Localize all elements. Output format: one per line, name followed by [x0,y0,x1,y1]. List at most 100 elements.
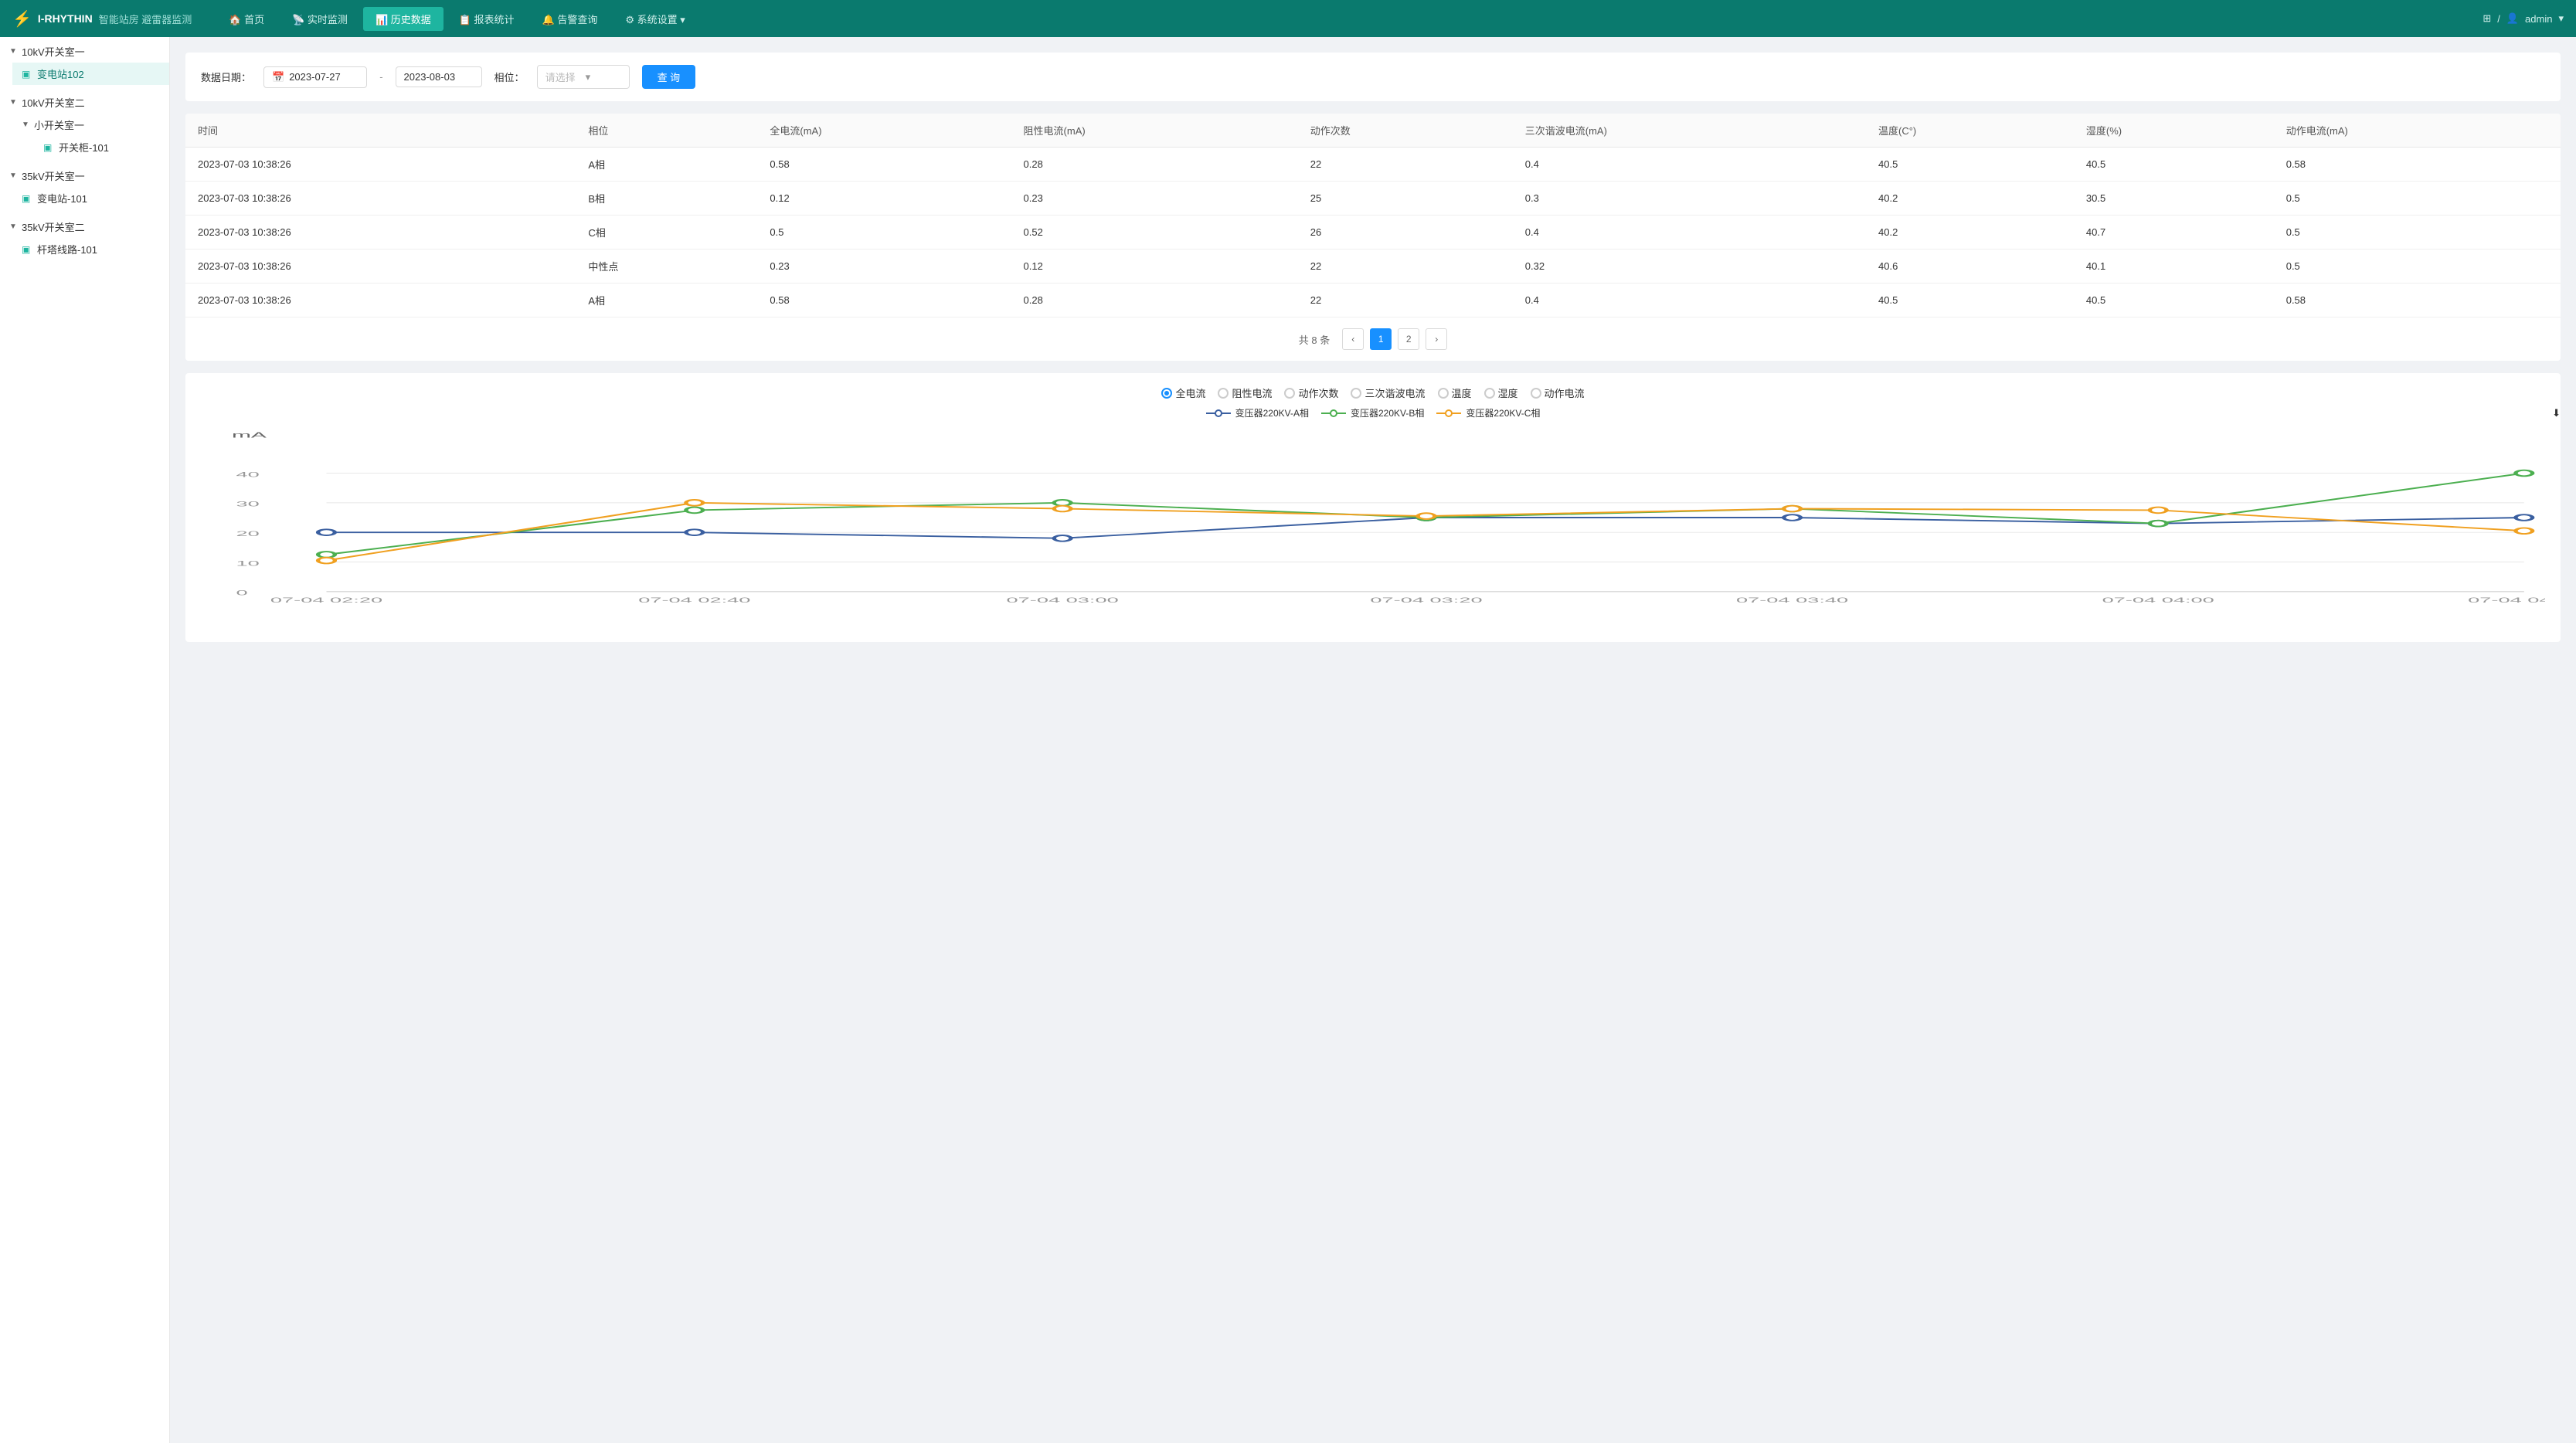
user-icon: 👤 [2506,12,2519,25]
tree-label-10kv-1: 10kV开关室一 [22,44,85,59]
main-content: 数据日期： 📅 - 相位： 请选择 ▾ 查 询 时间 相位 [170,37,2576,1443]
logo-sub: 智能站房 避雷器监测 [99,12,192,26]
date-end-input[interactable] [404,71,474,83]
cell-7: 30.5 [2074,182,2274,216]
legend-a-phase: 变压器220KV-A相 [1206,406,1309,419]
tree-label-kaiguangui: 开关柜-101 [59,140,109,154]
cell-7: 40.7 [2074,216,2274,250]
date-start-wrap[interactable]: 📅 [263,66,367,88]
nav-settings[interactable]: ⚙ 系统设置 ▾ [613,7,697,31]
date-separator: - [379,71,382,83]
cell-8: 0.5 [2274,216,2561,250]
table-row: 2023-07-03 10:38:26A相0.580.28220.440.540… [185,148,2561,182]
logo-area: ⚡ I-RHYTHIN 智能站房 避雷器监测 [12,9,192,29]
calendar-icon: 📅 [272,71,284,83]
cell-4: 26 [1298,216,1513,250]
radio-harmonic[interactable]: 三次谐波电流 [1351,385,1425,400]
prev-page-btn[interactable]: ‹ [1342,328,1364,350]
nav-menu: 🏠 首页 📡 实时监测 📊 历史数据 📋 报表统计 🔔 告警查询 ⚙ 系统设置 … [216,7,697,31]
svg-text:0: 0 [236,589,247,597]
nav-home[interactable]: 🏠 首页 [216,7,277,31]
tree-child-3: ▣ 变电站-101 [0,187,169,209]
layout: ▼ 10kV开关室一 ▣ 变电站102 ▼ 10kV开关室二 ▼ 小开关室一 [0,37,2576,1443]
radio-dot-harmonic [1351,388,1361,399]
radio-label-harmonic: 三次谐波电流 [1364,385,1425,400]
radio-dot-resistive [1218,388,1229,399]
tree-label-small: 小开关室一 [34,117,84,132]
svg-text:07-04 02:20: 07-04 02:20 [270,596,382,604]
nav-report[interactable]: 📋 报表统计 [447,7,527,31]
cell-4: 22 [1298,148,1513,182]
radio-action-current[interactable]: 动作电流 [1531,385,1585,400]
separator: / [2497,13,2500,25]
cell-5: 0.4 [1513,148,1866,182]
table-row: 2023-07-03 10:38:26中性点0.230.12220.3240.6… [185,250,2561,284]
radio-resistive[interactable]: 阻性电流 [1218,385,1272,400]
legend-label-a: 变压器220KV-A相 [1235,406,1309,419]
page-1-btn[interactable]: 1 [1370,328,1392,350]
expand-icon[interactable]: ⊞ [2483,12,2491,25]
col-phase: 相位 [576,114,757,148]
cell-1: 中性点 [576,250,757,284]
tree-item-small-switch[interactable]: ▼ 小开关室一 [12,114,169,136]
radio-label-action-current: 动作电流 [1545,385,1585,400]
cell-1: A相 [576,148,757,182]
radio-actions[interactable]: 动作次数 [1284,385,1338,400]
cell-5: 0.4 [1513,216,1866,250]
nav-history[interactable]: 📊 历史数据 [363,7,443,31]
cell-5: 0.3 [1513,182,1866,216]
user-dropdown-icon[interactable]: ▾ [2558,12,2564,25]
col-resistive-current: 阻性电流(mA) [1011,114,1298,148]
tree-leaf-1: ▣ 开关柜-101 [12,136,169,158]
svg-text:07-04 03:40: 07-04 03:40 [1736,596,1848,604]
sidebar-toggle[interactable]: ▶ [169,725,170,755]
arrow-icon: ▼ [9,47,17,56]
nav-realtime[interactable]: 📡 实时监测 [280,7,360,31]
next-page-btn[interactable]: › [1426,328,1447,350]
phase-select[interactable]: 请选择 ▾ [537,65,630,89]
col-humidity: 湿度(%) [2074,114,2274,148]
line-legend: 变压器220KV-A相 变压器220KV-B相 变压器220KV-C相 ⬇ [201,406,2545,419]
nav-alarm[interactable]: 🔔 告警查询 [530,7,610,31]
tree-item-kaiguangui[interactable]: ▣ 开关柜-101 [34,136,169,158]
logo-text: I-RHYTHIN [38,12,93,25]
date-end-wrap[interactable] [396,66,482,87]
tree-child-1: ▣ 变电站102 [0,63,169,85]
svg-text:07-04 04:20: 07-04 04:20 [2468,596,2545,604]
cell-1: B相 [576,182,757,216]
cell-7: 40.5 [2074,148,2274,182]
cell-0: 2023-07-03 10:38:26 [185,284,576,317]
cell-6: 40.6 [1866,250,2074,284]
radio-total-current[interactable]: 全电流 [1161,385,1205,400]
radio-temp[interactable]: 温度 [1438,385,1472,400]
legend-c-phase: 变压器220KV-C相 [1436,406,1540,419]
leaf-icon-2: ▣ [43,142,54,153]
cell-0: 2023-07-03 10:38:26 [185,250,576,284]
tree-item-biandian101[interactable]: ▣ 变电站-101 [12,187,169,209]
header-right: ⊞ / 👤 admin ▾ [2483,12,2564,25]
tree-item-biandian102[interactable]: ▣ 变电站102 [12,63,169,85]
leaf-icon-4: ▣ [22,244,32,255]
data-table: 时间 相位 全电流(mA) 阻性电流(mA) 动作次数 三次谐波电流(mA) 温… [185,114,2561,317]
cell-0: 2023-07-03 10:38:26 [185,182,576,216]
tree-item-35kv-2[interactable]: ▼ 35kV开关室二 [0,216,169,238]
radio-humidity[interactable]: 湿度 [1484,385,1518,400]
query-button[interactable]: 查 询 [642,65,696,89]
chart-radio-group: 全电流 阻性电流 动作次数 三次谐波电流 温度 [201,385,2545,400]
tree-item-gantaluxian[interactable]: ▣ 杆塔线路-101 [12,238,169,260]
tree-item-10kv-1[interactable]: ▼ 10kV开关室一 [0,40,169,63]
cell-3: 0.28 [1011,284,1298,317]
tree-label-35kv-1: 35kV开关室一 [22,168,85,183]
tree-item-10kv-2[interactable]: ▼ 10kV开关室二 [0,91,169,114]
date-start-input[interactable] [289,71,359,83]
download-btn[interactable]: ⬇ [2552,407,2561,419]
cell-2: 0.12 [757,182,1011,216]
tree-item-35kv-1[interactable]: ▼ 35kV开关室一 [0,165,169,187]
cell-8: 0.5 [2274,250,2561,284]
cell-3: 0.28 [1011,148,1298,182]
header: ⚡ I-RHYTHIN 智能站房 避雷器监测 🏠 首页 📡 实时监测 📊 历史数… [0,0,2576,37]
col-action-current: 动作电流(mA) [2274,114,2561,148]
radio-dot-selected [1161,388,1172,399]
page-2-btn[interactable]: 2 [1398,328,1419,350]
cell-2: 0.23 [757,250,1011,284]
